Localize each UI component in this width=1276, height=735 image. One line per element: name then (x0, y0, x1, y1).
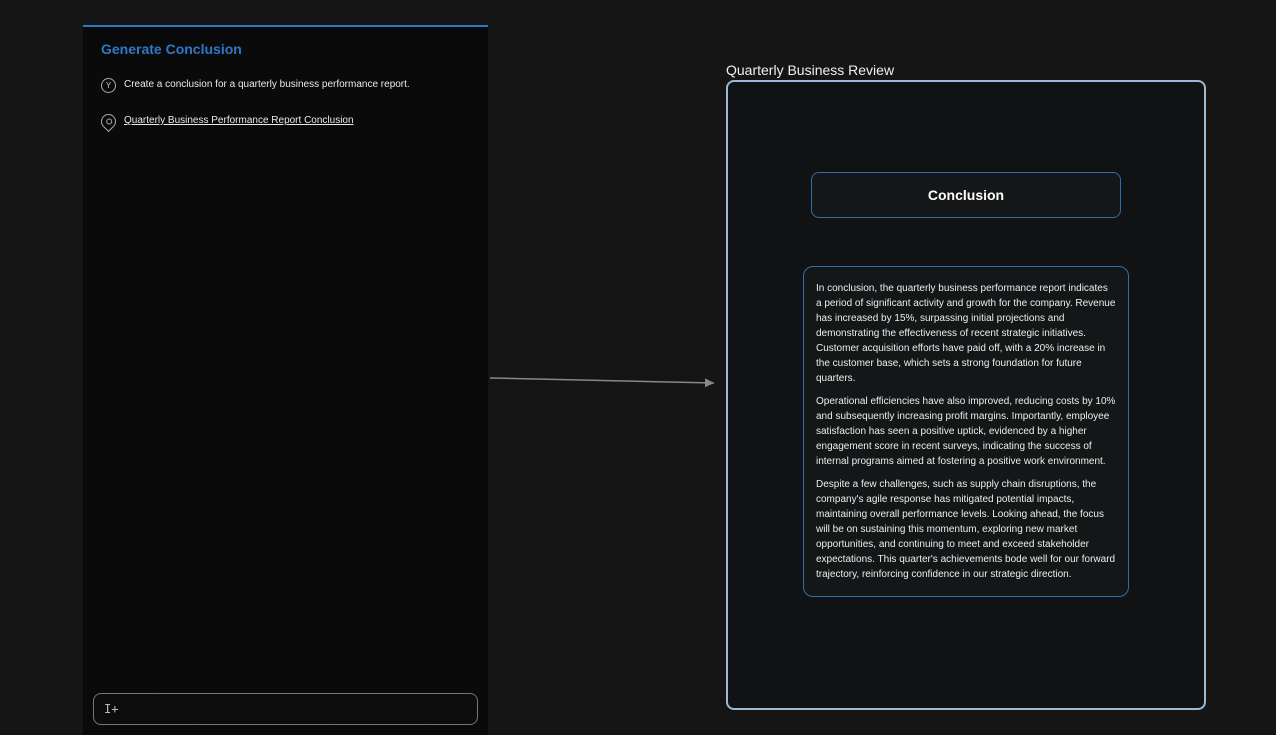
conclusion-paragraph-1: In conclusion, the quarterly business pe… (816, 281, 1116, 386)
connector-arrow-icon (490, 376, 722, 390)
panel-title: Generate Conclusion (83, 27, 488, 67)
spacer (83, 139, 488, 683)
conclusion-heading-box[interactable]: Conclusion (811, 172, 1121, 218)
conclusion-paragraph-3: Despite a few challenges, such as supply… (816, 477, 1116, 582)
pin-icon (98, 111, 119, 132)
user-message-text: Create a conclusion for a quarterly busi… (124, 77, 410, 92)
document-title: Quarterly Business Review (726, 62, 894, 78)
document-preview[interactable]: Conclusion In conclusion, the quarterly … (726, 80, 1206, 710)
conclusion-paragraph-2: Operational efficiencies have also impro… (816, 394, 1116, 469)
chat-panel: Generate Conclusion Y Create a conclusio… (83, 25, 488, 735)
user-message-row: Y Create a conclusion for a quarterly bu… (83, 67, 488, 103)
conclusion-body-box[interactable]: In conclusion, the quarterly business pe… (803, 266, 1129, 597)
user-avatar-icon: Y (101, 78, 116, 93)
assistant-message-text[interactable]: Quarterly Business Performance Report Co… (124, 113, 354, 128)
message-input[interactable]: I+ (93, 693, 478, 725)
assistant-message-row[interactable]: Quarterly Business Performance Report Co… (83, 103, 488, 139)
input-cursor-glyph: I+ (104, 702, 118, 716)
conclusion-heading-text: Conclusion (928, 187, 1004, 203)
input-area: I+ (83, 683, 488, 735)
